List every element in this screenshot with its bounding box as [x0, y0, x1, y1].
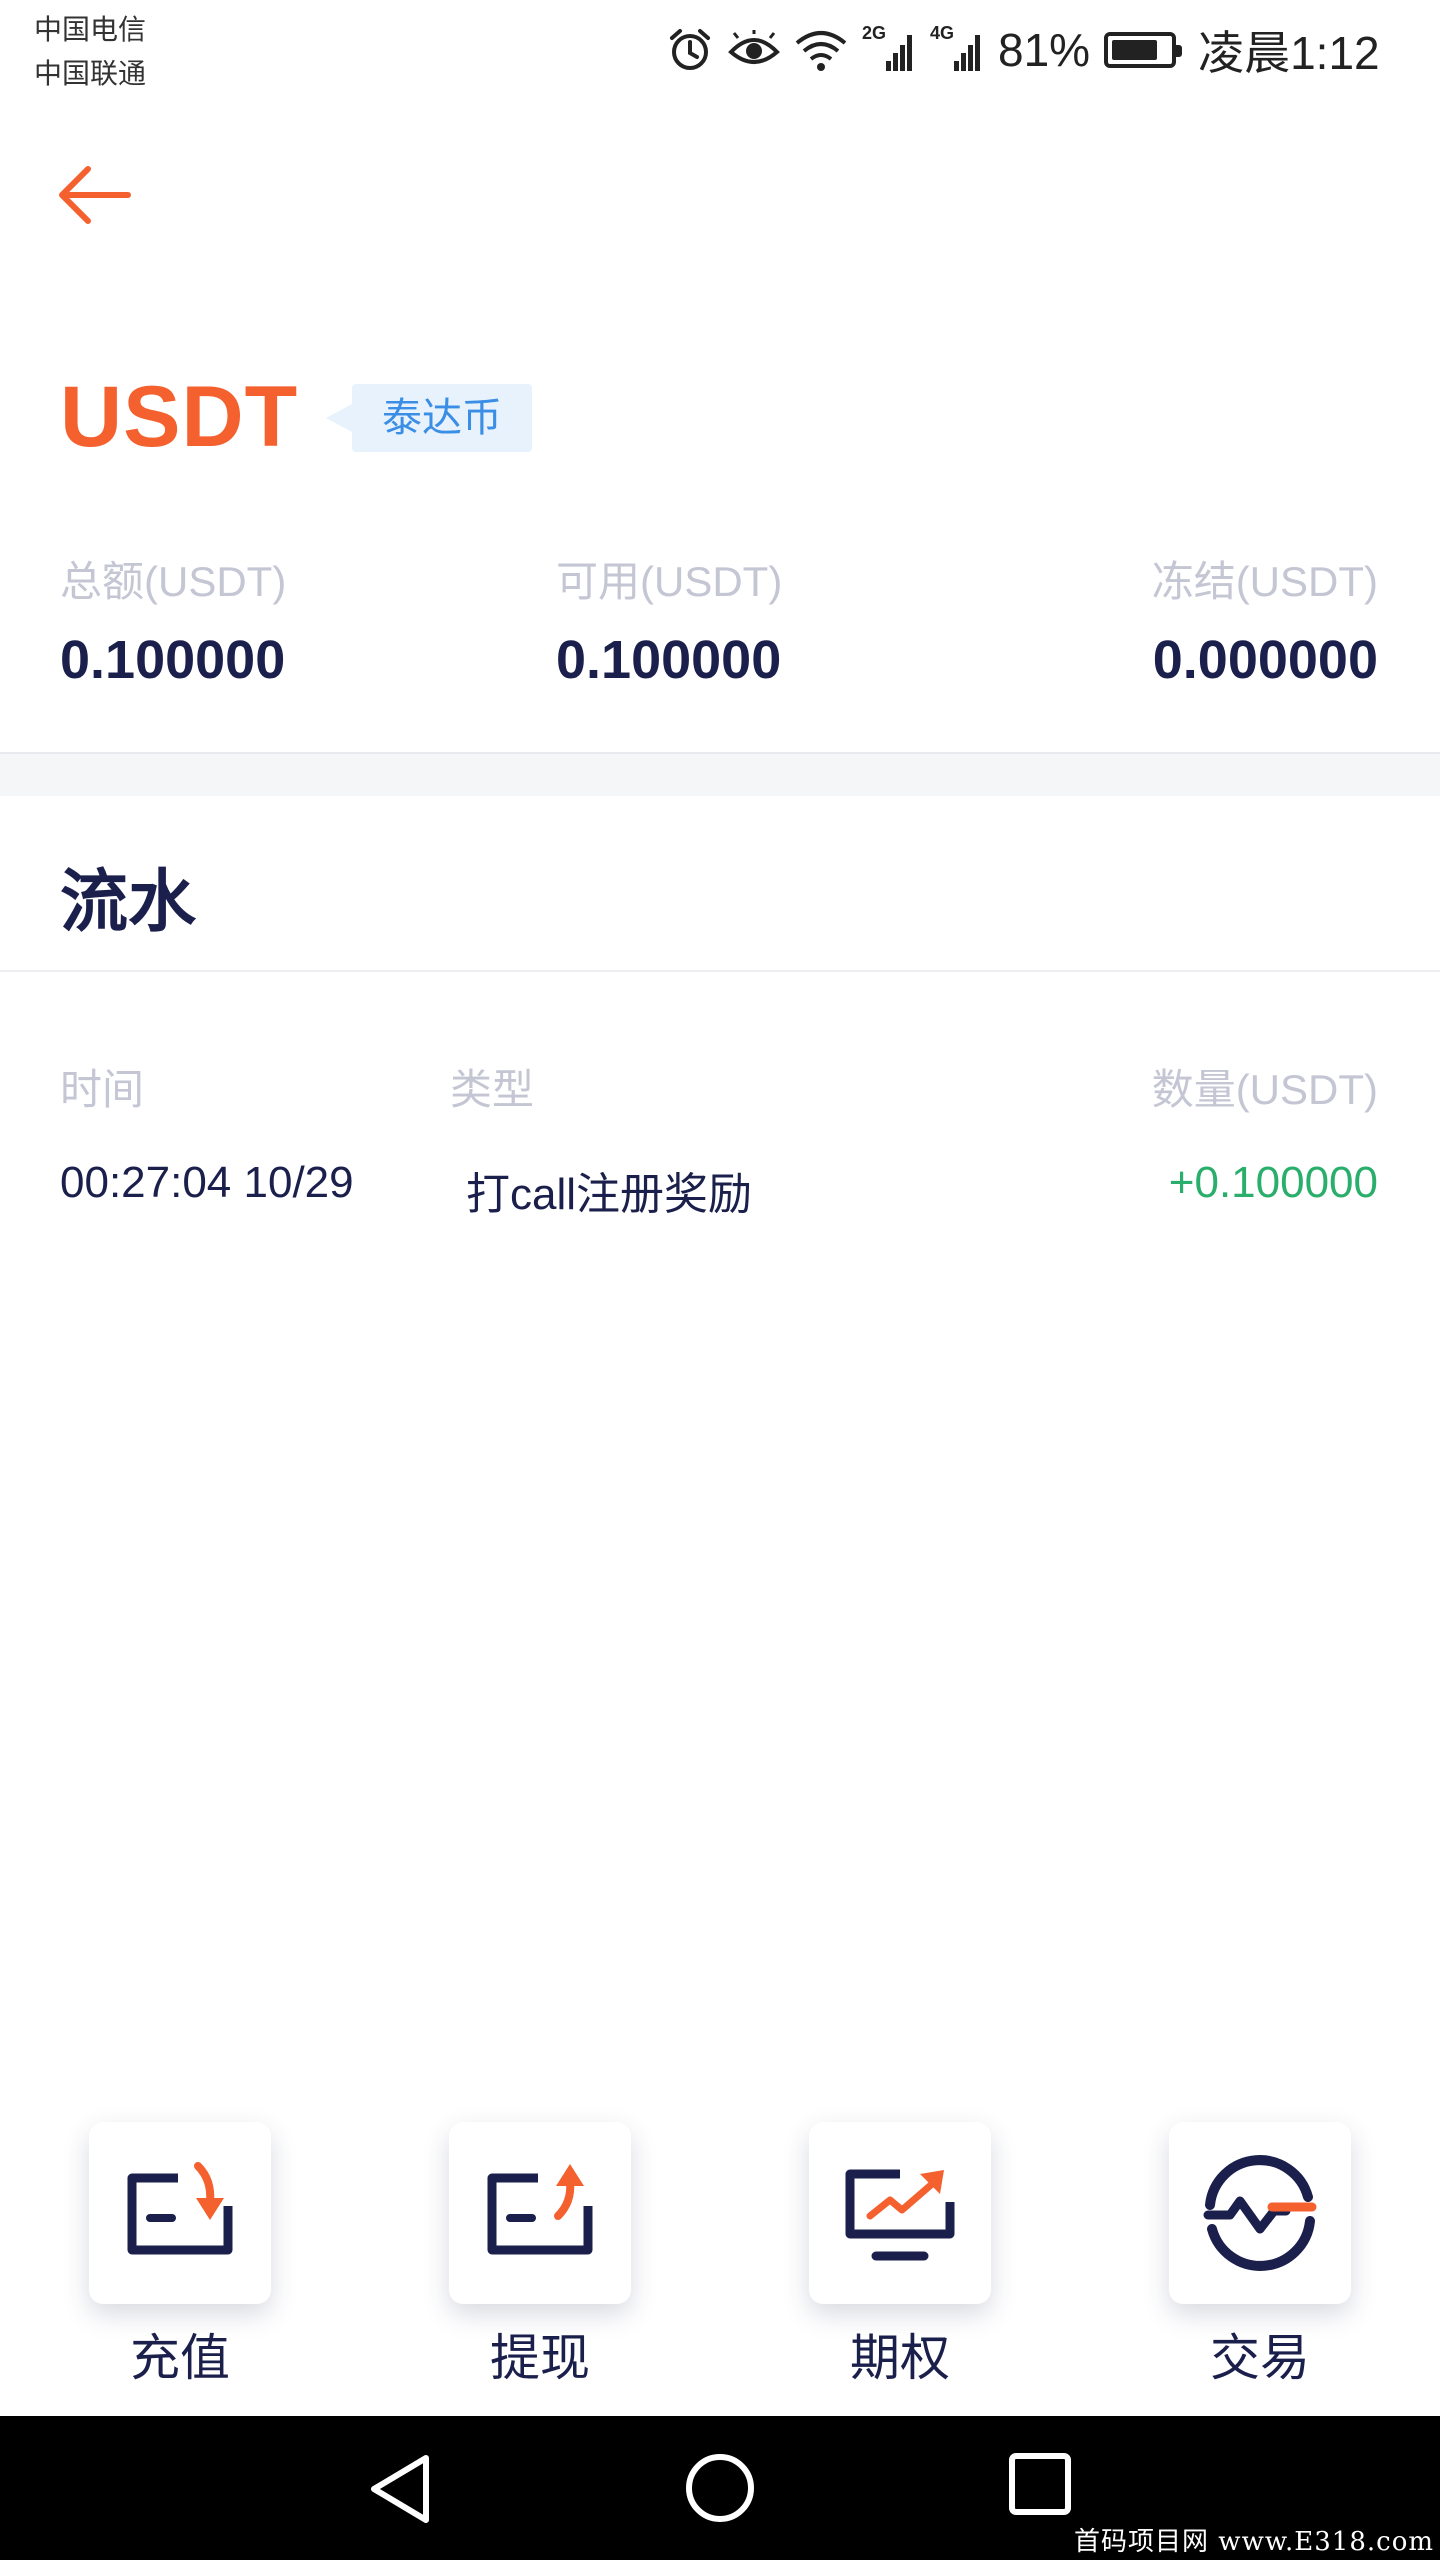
withdraw-button[interactable]: 提现: [449, 2122, 631, 2390]
balance-total-label: 总额(USDT): [60, 558, 287, 605]
deposit-icon: [127, 2162, 233, 2255]
options-button[interactable]: 期权: [809, 2122, 991, 2390]
arrow-left-icon: [59, 166, 131, 224]
nav-recents-button[interactable]: [1008, 2452, 1072, 2521]
trade-label: 交易: [1210, 2330, 1310, 2386]
table-row: 00:27:04 10/29 打call注册奖励 +0.100000: [0, 1158, 1440, 1219]
alarm-icon: [670, 29, 710, 70]
flow-title: 流水: [60, 864, 197, 940]
balance-total: 总额(USDT) 0.100000: [60, 548, 286, 691]
coin-title: USDT: [60, 369, 299, 465]
options-tile: [809, 2122, 991, 2304]
column-header-type: 类型: [450, 1066, 535, 1113]
status-icons: 2G 4G 81% 凌晨1:12: [666, 22, 1380, 79]
deposit-label: 充值: [130, 2330, 230, 2386]
watermark: 首码项目网 www.E318.com: [1074, 2527, 1434, 2557]
carrier-2: 中国联通: [34, 58, 147, 89]
nav-back-button[interactable]: [366, 2452, 436, 2531]
battery-percent: 81%: [998, 24, 1091, 76]
column-header-time: 时间: [60, 1066, 145, 1113]
options-chart-icon: [845, 2169, 955, 2261]
signal-1-tag: 2G: [862, 23, 887, 43]
status-bar: 中国电信 中国联通 2G 4G 81% 凌晨1:12: [0, 0, 1440, 100]
withdraw-icon: [487, 2164, 593, 2255]
trade-icon: [1203, 2155, 1317, 2271]
nav-home-button[interactable]: [684, 2452, 756, 2529]
trade-button[interactable]: 交易: [1169, 2122, 1351, 2390]
section-divider: [0, 752, 1440, 796]
row-time: 00:27:04 10/29: [60, 1158, 354, 1207]
balance-total-value: 0.100000: [60, 630, 286, 690]
battery-fill: [1112, 40, 1158, 60]
withdraw-label: 提现: [490, 2330, 590, 2386]
options-label: 期权: [850, 2330, 950, 2386]
wifi-icon: [795, 31, 847, 71]
navigation-bar: 首码项目网 www.E318.com: [0, 2416, 1440, 2560]
carrier-1: 中国电信: [34, 14, 147, 45]
signal-1-icon: 2G: [862, 23, 916, 73]
signal-2-icon: 4G: [930, 23, 984, 73]
coin-tag: 泰达币: [326, 384, 532, 452]
deposit-button[interactable]: 充值: [89, 2122, 271, 2390]
square-recents-icon: [1009, 2453, 1071, 2515]
balance-frozen-value: 0.000000: [1152, 630, 1378, 690]
balance-frozen: 冻结(USDT) 0.000000: [1152, 548, 1378, 691]
balance-available-label: 可用(USDT): [556, 558, 783, 605]
circle-home-icon: [686, 2454, 754, 2522]
balance-available: 可用(USDT) 0.100000: [556, 548, 782, 691]
row-type: 打call注册奖励: [466, 1170, 753, 1219]
clock: 凌晨1:12: [1198, 27, 1380, 79]
triangle-back-icon: [371, 2455, 429, 2523]
row-amount: +0.100000: [1168, 1158, 1378, 1207]
deposit-tile: [89, 2122, 271, 2304]
column-header-amount: 数量(USDT): [1151, 1066, 1378, 1113]
eye-icon: [728, 30, 780, 64]
withdraw-tile: [449, 2122, 631, 2304]
flow-divider: [0, 970, 1440, 972]
signal-2-tag: 4G: [930, 23, 955, 43]
balance-frozen-label: 冻结(USDT): [1151, 558, 1378, 605]
trade-tile: [1169, 2122, 1351, 2304]
back-button[interactable]: [54, 160, 134, 230]
battery-nub: [1176, 45, 1183, 57]
balance-available-value: 0.100000: [556, 630, 782, 690]
battery-icon: [1104, 32, 1183, 68]
